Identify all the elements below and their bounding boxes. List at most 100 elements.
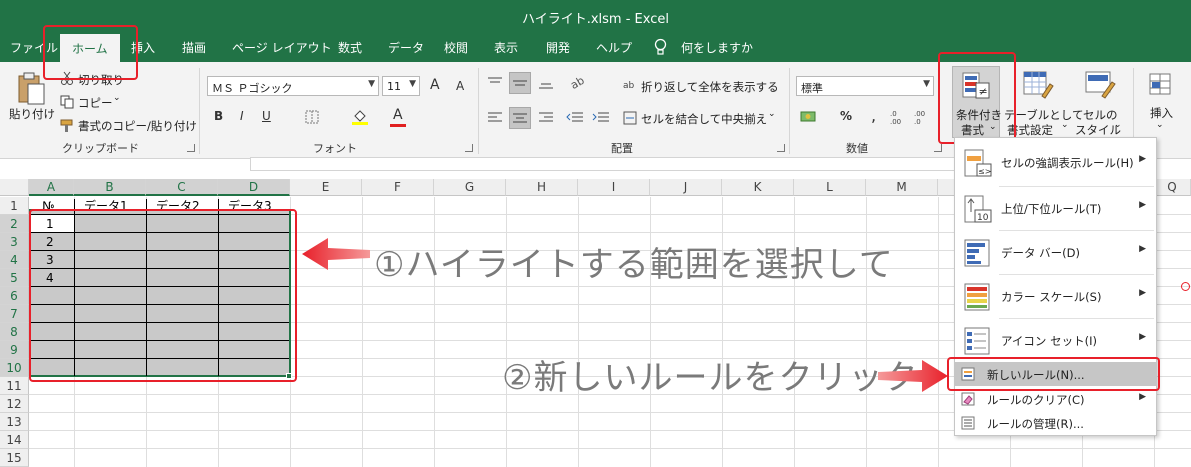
align-middle-button[interactable] xyxy=(509,72,531,94)
font-grow-button[interactable]: A xyxy=(430,77,440,93)
tell-me-box[interactable]: 何をしますか xyxy=(681,39,753,56)
column-header[interactable]: G xyxy=(434,179,506,196)
tab-draw[interactable]: 描画 xyxy=(182,39,206,56)
tab-data[interactable]: データ xyxy=(388,39,424,56)
row-header[interactable]: 1 xyxy=(0,197,29,215)
menu-item-top-bottom-rules[interactable]: 10 上位/下位ルール(T) ▶ xyxy=(955,186,1156,230)
format-painter-button[interactable]: 書式のコピー/貼り付け xyxy=(78,118,197,134)
font-color-button[interactable]: A xyxy=(393,107,403,123)
orientation-icon[interactable]: ab xyxy=(568,74,594,90)
row-header[interactable]: 9 xyxy=(0,341,29,359)
row-header[interactable]: 4 xyxy=(0,251,29,269)
format-painter-icon[interactable] xyxy=(60,119,74,133)
row-header[interactable]: 15 xyxy=(0,449,29,467)
tab-page-layout[interactable]: ページ レイアウト xyxy=(232,39,332,56)
align-left-icon[interactable] xyxy=(487,111,503,125)
menu-item-data-bars[interactable]: データ バー(D) ▶ xyxy=(955,230,1156,274)
number-format-select[interactable]: 標準 ▼ xyxy=(796,76,934,96)
merge-center-icon[interactable] xyxy=(623,111,637,125)
alignment-launcher[interactable] xyxy=(777,144,785,152)
number-launcher[interactable] xyxy=(934,144,942,152)
decrease-indent-icon[interactable] xyxy=(566,111,584,125)
row-header[interactable]: 6 xyxy=(0,287,29,305)
tab-review[interactable]: 校閲 xyxy=(444,39,468,56)
tab-developer[interactable]: 開発 xyxy=(546,39,570,56)
menu-item-color-scales[interactable]: カラー スケール(S) ▶ xyxy=(955,274,1156,318)
column-header[interactable]: B xyxy=(74,179,146,196)
row-header[interactable]: 10 xyxy=(0,359,29,377)
tab-formulas[interactable]: 数式 xyxy=(338,39,362,56)
paste-icon[interactable] xyxy=(16,72,46,106)
formula-bar[interactable] xyxy=(250,157,970,171)
column-header[interactable]: C xyxy=(146,179,218,196)
menu-item-manage-rules[interactable]: ルールの管理(R)... xyxy=(955,411,1156,435)
row-header[interactable]: 7 xyxy=(0,305,29,323)
tab-view[interactable]: 表示 xyxy=(494,39,518,56)
row-header[interactable]: 14 xyxy=(0,431,29,449)
column-header[interactable]: Q xyxy=(1154,179,1191,196)
increase-indent-icon[interactable] xyxy=(592,111,610,125)
menu-item-highlight-cells-rules[interactable]: ≤> セルの強調表示ルール(H) ▶ xyxy=(955,140,1156,184)
column-header[interactable]: I xyxy=(578,179,650,196)
row-header[interactable]: 12 xyxy=(0,395,29,413)
row-header[interactable]: 13 xyxy=(0,413,29,431)
percent-button[interactable]: % xyxy=(840,109,852,123)
row-header[interactable]: 11 xyxy=(0,377,29,395)
wrap-text-icon[interactable]: ab xyxy=(623,77,637,91)
align-top-icon[interactable] xyxy=(487,76,503,90)
column-header[interactable]: F xyxy=(362,179,434,196)
column-header[interactable]: D xyxy=(218,179,290,196)
column-header[interactable]: L xyxy=(794,179,866,196)
column-header[interactable]: E xyxy=(290,179,362,196)
copy-icon[interactable] xyxy=(60,95,74,109)
cell-styles-icon[interactable] xyxy=(1084,70,1116,100)
paste-button[interactable]: 貼り付け xyxy=(9,106,55,122)
comma-button[interactable]: , xyxy=(871,106,876,125)
underline-button[interactable]: U xyxy=(262,109,271,123)
bold-button[interactable]: B xyxy=(214,109,223,123)
clipboard-launcher[interactable] xyxy=(187,144,195,152)
insert-cells-icon[interactable] xyxy=(1146,70,1176,100)
select-all-corner[interactable] xyxy=(0,179,29,196)
data-bars-icon xyxy=(964,239,990,267)
column-header[interactable]: K xyxy=(722,179,794,196)
copy-dropdown-icon[interactable]: ⌄ xyxy=(113,93,121,103)
font-launcher[interactable] xyxy=(465,144,473,152)
wrap-text-button[interactable]: 折り返して全体を表示する xyxy=(641,79,779,95)
row-header[interactable]: 3 xyxy=(0,233,29,251)
column-header[interactable]: A xyxy=(29,179,74,196)
merge-dropdown-icon[interactable]: ⌄ xyxy=(768,109,776,119)
submenu-arrow-icon: ▶ xyxy=(1139,288,1146,298)
insert-cells-button[interactable]: 挿入 xyxy=(1150,105,1173,121)
row-header[interactable]: 5 xyxy=(0,269,29,287)
increase-decimal-icon[interactable]: .0.00 xyxy=(890,108,908,126)
column-header[interactable]: M xyxy=(866,179,938,196)
align-bottom-icon[interactable] xyxy=(538,76,554,90)
font-color-bar xyxy=(390,124,406,127)
font-size-select[interactable]: 11 ▼ xyxy=(382,76,420,96)
align-right-icon[interactable] xyxy=(538,111,554,125)
align-center-button[interactable] xyxy=(509,107,531,129)
tab-help[interactable]: ヘルプ xyxy=(596,39,632,56)
row-header[interactable]: 2 xyxy=(0,215,29,233)
font-shrink-button[interactable]: A xyxy=(456,79,464,93)
fill-color-icon[interactable] xyxy=(351,108,369,126)
top-bottom-icon: 10 xyxy=(964,195,992,223)
currency-icon[interactable] xyxy=(800,109,820,125)
gridline xyxy=(938,197,939,467)
menu-item-label: アイコン セット(I) xyxy=(1001,334,1097,348)
italic-button[interactable]: I xyxy=(240,109,244,123)
border-icon[interactable] xyxy=(305,110,319,124)
format-as-table-icon[interactable] xyxy=(1022,70,1054,100)
svg-text:10: 10 xyxy=(977,213,989,223)
column-header[interactable]: H xyxy=(506,179,578,196)
eraser-icon xyxy=(961,392,975,406)
row-header[interactable]: 8 xyxy=(0,323,29,341)
decrease-decimal-icon[interactable]: .00.0 xyxy=(914,108,932,126)
merge-center-button[interactable]: セルを結合して中央揃え xyxy=(641,111,767,127)
copy-button[interactable]: コピー xyxy=(78,95,113,111)
column-header[interactable]: J xyxy=(650,179,722,196)
cell-styles-button[interactable]: セルの xyxy=(1083,107,1118,123)
font-name-select[interactable]: ＭＳ Ｐゴシック ▼ xyxy=(207,76,379,96)
menu-item-icon-sets[interactable]: アイコン セット(I) ▶ xyxy=(955,318,1156,362)
